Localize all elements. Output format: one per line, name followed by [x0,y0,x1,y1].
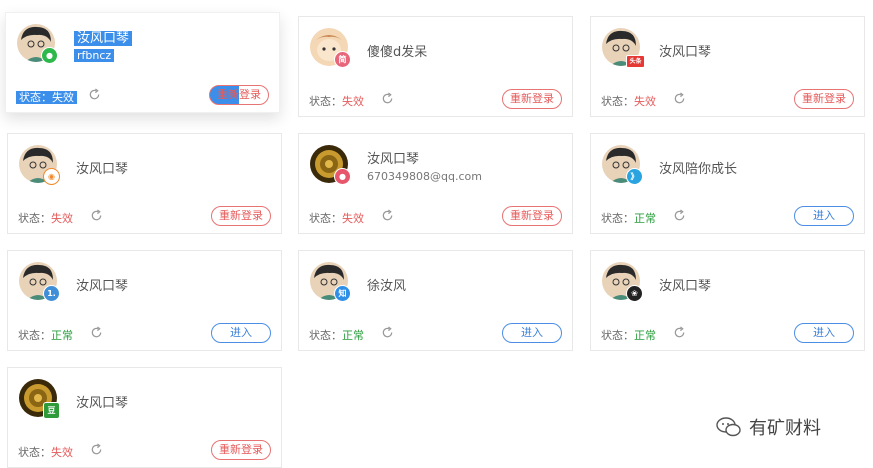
relogin-button[interactable]: 重新登录 [794,89,854,109]
avatar: 头条 [602,28,645,68]
zhihu-icon: 知 [334,285,351,302]
status-value: 失效 [51,446,73,459]
refresh-icon[interactable] [381,326,394,339]
account-card: 知 徐汝风 状态：正常 进入 [298,250,573,351]
relogin-button[interactable]: 重新登录 [502,206,562,226]
avatar: ● [17,24,58,64]
status-value: 失效 [342,95,364,108]
account-subtitle: rfbncz [74,49,115,62]
toutiao-icon: 头条 [626,55,645,68]
account-name: 汝风口琴 [76,279,129,294]
status-value: 失效 [51,212,73,225]
account-card: 头条 汝风口琴 状态：失效 重新登录 [590,16,865,117]
watermark-text: 有矿财料 [749,418,821,439]
refresh-icon[interactable] [381,92,394,105]
status-value: 正常 [634,212,656,225]
refresh-icon[interactable] [673,92,686,105]
enter-button[interactable]: 进入 [502,323,562,343]
account-card: ❀ 汝风口琴 状态：正常 进入 [590,250,865,351]
refresh-icon[interactable] [673,326,686,339]
relogin-button[interactable]: 重新登录 [209,85,269,105]
douban-icon: 豆 [43,402,60,419]
refresh-icon[interactable] [90,209,103,222]
status-value: 失效 [634,95,656,108]
avatar: 1. [19,262,60,302]
status-label: 状态： [19,91,52,104]
account-card: 》 汝风陪你成长 状态：正常 进入 [590,133,865,234]
weibo-icon: ◉ [43,168,60,185]
sohu-icon: ● [334,168,351,185]
status-label: 状态： [18,212,51,225]
relogin-button[interactable]: 重新登录 [211,440,271,460]
avatar: 简 [310,28,351,68]
refresh-icon[interactable] [90,326,103,339]
refresh-icon[interactable] [90,443,103,456]
account-card: 1. 汝风口琴 状态：正常 进入 [7,250,282,351]
account-card: 简 傻傻d发呆 状态：失效 重新登录 [298,16,573,117]
avatar: ❀ [602,262,643,302]
account-name: 汝风口琴 [659,45,712,60]
status-label: 状态： [601,95,634,108]
wechat-watermark-icon [716,417,741,437]
account-subtitle: 670349808@qq.com [367,170,482,183]
enter-button[interactable]: 进入 [794,323,854,343]
jian-icon: 简 [334,51,351,68]
relogin-button[interactable]: 重新登录 [502,89,562,109]
status-value: 失效 [342,212,364,225]
account-card: ● 汝风口琴 670349808@qq.com 状态：失效 重新登录 [298,133,573,234]
dayu-icon: 》 [626,168,643,185]
watermark: 有矿财料 [715,414,821,440]
enter-button[interactable]: 进入 [794,206,854,226]
account-name: 汝风陪你成长 [659,162,738,177]
account-name: 徐汝风 [367,279,407,294]
account-card: ● 汝风口琴 rfbncz 状态：失效 重新登录 [5,12,280,113]
refresh-icon[interactable] [88,88,101,101]
avatar: 知 [310,262,351,302]
account-name: 汝风口琴 [659,279,712,294]
status-label: 状态： [309,95,342,108]
account-name: 傻傻d发呆 [367,45,428,60]
status-label: 状态： [18,329,51,342]
account-name: 汝风口琴 [76,396,129,411]
enter-button[interactable]: 进入 [211,323,271,343]
status-value: 正常 [342,329,364,342]
relogin-button[interactable]: 重新登录 [211,206,271,226]
yidian-icon: 1. [43,285,60,302]
account-card: 豆 汝风口琴 状态：失效 重新登录 [7,367,282,468]
account-name: 汝风口琴 [367,152,420,167]
status-label: 状态： [601,212,634,225]
wechat-icon: ● [41,47,58,64]
status-label: 状态： [309,212,342,225]
avatar: ● [310,145,351,185]
status-label: 状态： [309,329,342,342]
refresh-icon[interactable] [673,209,686,222]
account-card: ◉ 汝风口琴 状态：失效 重新登录 [7,133,282,234]
status-value: 失效 [52,91,74,104]
refresh-icon[interactable] [381,209,394,222]
status-label: 状态： [18,446,51,459]
baijia-icon: ❀ [626,285,643,302]
account-name: 汝风口琴 [76,162,129,177]
avatar: 豆 [19,379,60,419]
account-name: 汝风口琴 [74,31,133,46]
status-label: 状态： [601,329,634,342]
status-value: 正常 [51,329,73,342]
avatar: ◉ [19,145,60,185]
avatar: 》 [602,145,643,185]
status-value: 正常 [634,329,656,342]
